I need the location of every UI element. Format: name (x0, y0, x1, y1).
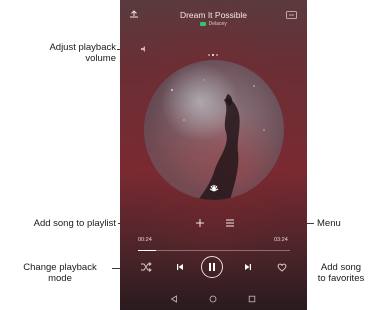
music-player-screen: Dream It Possible Delacey 00:24 03:24 (120, 0, 307, 310)
menu-lines-icon[interactable] (225, 219, 235, 227)
queue-icon[interactable] (286, 11, 297, 19)
speaker-icon[interactable] (140, 45, 148, 53)
time-elapsed: 00:24 (138, 237, 152, 243)
callout-playlist: Add song to playlist (33, 218, 116, 229)
progress-bar[interactable] (138, 250, 290, 251)
page-dot (212, 54, 214, 56)
artist-badge: Delacey (120, 21, 307, 27)
next-icon[interactable] (244, 263, 252, 271)
callout-menu: Menu (317, 218, 341, 229)
progress-fill (138, 250, 157, 251)
plus-icon[interactable] (195, 218, 205, 228)
callout-favorites: Add song to favorites (317, 262, 365, 284)
page-dot (208, 54, 210, 56)
previous-icon[interactable] (176, 263, 184, 271)
recent-square-icon[interactable] (248, 295, 256, 303)
huawei-logo-icon (209, 184, 219, 192)
pause-icon (209, 263, 215, 271)
play-pause-button[interactable] (201, 256, 223, 278)
callout-mode: Change playback mode (23, 262, 97, 284)
heart-icon[interactable] (277, 263, 287, 272)
artist-label: Delacey (208, 21, 227, 27)
song-title: Dream It Possible (179, 10, 248, 20)
back-triangle-icon[interactable] (170, 295, 178, 303)
page-dot (216, 54, 218, 56)
system-navigation-bar (120, 288, 307, 310)
home-circle-icon[interactable] (209, 295, 217, 303)
shuffle-icon[interactable] (140, 262, 152, 272)
quality-badge-icon (200, 21, 207, 26)
nebula-pillar-graphic (171, 79, 265, 200)
time-total: 03:24 (274, 237, 288, 243)
album-art (144, 60, 284, 200)
page-indicator (208, 43, 222, 56)
callout-volume: Adjust playback volume (49, 42, 116, 64)
